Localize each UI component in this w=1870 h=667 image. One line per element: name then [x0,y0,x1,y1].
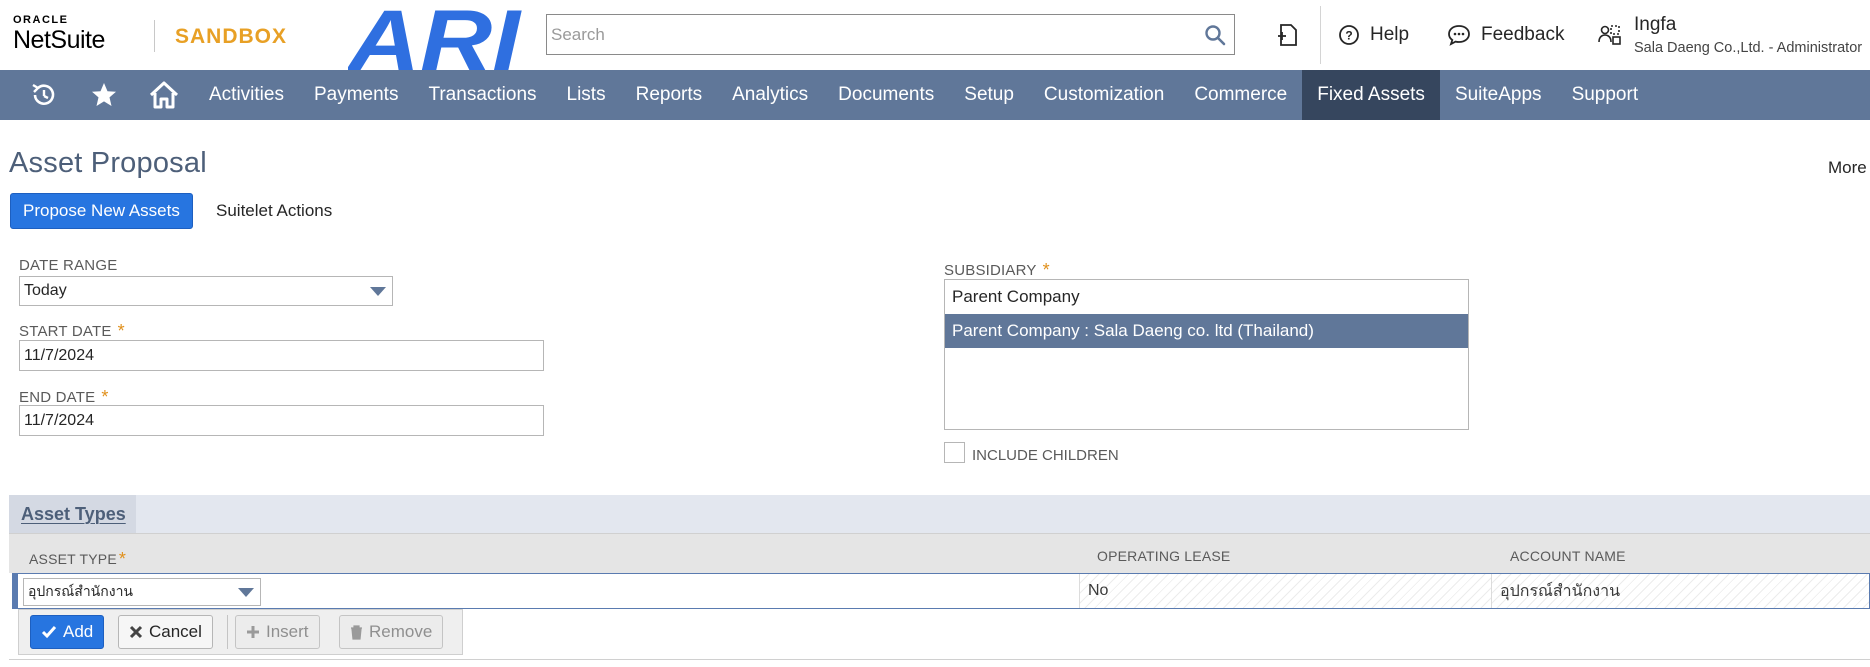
date-range-select[interactable]: Today [19,276,393,306]
required-asterisk: * [117,321,125,341]
end-date-label: END DATE * [19,387,109,407]
nav-reports[interactable]: Reports [621,70,718,120]
nav-setup[interactable]: Setup [949,70,1029,120]
ari-company-logo[interactable]: ARI [348,0,523,70]
sandbox-badge: SANDBOX [175,25,288,48]
tab-asset-types-label: Asset Types [21,503,126,524]
tab-asset-types[interactable]: Asset Types [9,495,136,533]
top-header: ORACLE NetSuite SANDBOX ARI ? Help Feedb… [0,0,1870,70]
end-date-value: 11/7/2024 [24,411,94,429]
required-asterisk: * [1042,260,1050,280]
nav-home[interactable] [134,70,194,120]
button-divider [227,615,228,649]
main-nav: Activities Payments Transactions Lists R… [0,70,1870,120]
more-menu[interactable]: More [1828,158,1870,178]
user-role: Sala Daeng Co.,Ltd. - Administrator [1634,40,1863,56]
nav-menu: Activities Payments Transactions Lists R… [194,70,1653,120]
chevron-down-icon [238,588,254,597]
recent-records-icon [32,83,55,105]
sublist-edit-row: อุปกรณ์สำนักงาน No อุปกรณ์สำนักงาน [12,573,1870,609]
start-date-value: 11/7/2024 [24,346,94,364]
asset-type-select[interactable]: อุปกรณ์สำนักงาน [23,578,261,606]
user-name: Ingfa [1634,14,1677,35]
include-children-checkbox[interactable] [944,442,965,463]
global-search [546,14,1235,55]
nav-payments[interactable]: Payments [299,70,413,120]
required-asterisk: * [118,549,127,569]
add-label: Add [63,622,94,641]
svg-text:?: ? [1345,29,1352,43]
column-header-operating-lease: OPERATING LEASE [1097,548,1231,564]
role-switch-icon[interactable] [1596,22,1622,48]
operating-lease-cell: No [1079,574,1491,608]
sublist-buttons: Add Cancel Insert Remove [18,609,463,655]
nav-fixed-assets[interactable]: Fixed Assets [1302,70,1440,120]
nav-support[interactable]: Support [1557,70,1654,120]
column-header-account-name: ACCOUNT NAME [1510,548,1626,564]
page-title: Asset Proposal [9,147,207,179]
date-range-value: Today [24,282,67,299]
cancel-button[interactable]: Cancel [118,615,213,649]
sublist-tab-bar [9,495,1870,533]
netsuite-logo[interactable]: ORACLE NetSuite [13,14,105,54]
account-name-cell: อุปกรณ์สำนักงาน [1491,574,1869,608]
propose-new-assets-button[interactable]: Propose New Assets [10,193,193,229]
help-link[interactable]: ? Help [1338,24,1409,46]
insert-button[interactable]: Insert [235,615,320,649]
nav-activities[interactable]: Activities [194,70,299,120]
feedback-label: Feedback [1481,24,1565,45]
remove-label: Remove [369,622,433,641]
trash-icon [351,624,362,640]
nav-transactions[interactable]: Transactions [413,70,551,120]
nav-analytics[interactable]: Analytics [717,70,823,120]
subsidiary-multiselect[interactable]: Parent Company Parent Company : Sala Dae… [944,279,1469,430]
feedback-link[interactable]: Feedback [1447,24,1564,46]
help-circle-icon: ? [1339,25,1359,45]
column-header-asset-type: ASSET TYPE * [29,549,127,569]
home-icon [149,81,179,109]
nav-suiteapps[interactable]: SuiteApps [1440,70,1557,120]
subsidiary-option-selected[interactable]: Parent Company : Sala Daeng co. ltd (Tha… [945,314,1468,348]
close-icon [129,625,143,639]
help-label: Help [1370,24,1410,45]
required-asterisk: * [101,387,109,407]
sublist-header: ASSET TYPE * OPERATING LEASE ACCOUNT NAME [9,533,1870,573]
subsidiary-option[interactable]: Parent Company [945,280,1468,314]
nav-customization[interactable]: Customization [1029,70,1179,120]
date-range-label: DATE RANGE [19,257,118,274]
star-icon [92,83,116,106]
oracle-wordmark: ORACLE [13,14,69,26]
row-indicator [13,574,18,608]
checkmark-icon [41,626,57,639]
user-menu[interactable]: Ingfa Sala Daeng Co.,Ltd. - Administrato… [1634,14,1862,57]
insert-label: Insert [266,622,309,641]
chevron-down-icon [370,287,386,296]
start-date-label: START DATE * [19,321,125,341]
header-divider [1320,6,1321,64]
search-input[interactable] [551,21,1181,49]
suitelet-actions-button[interactable]: Suitelet Actions [206,193,342,229]
plus-icon [247,626,259,638]
netsuite-wordmark: NetSuite [13,26,105,54]
nav-favorites[interactable] [74,70,134,120]
start-date-field[interactable]: 11/7/2024 [19,340,544,371]
include-children-label: INCLUDE CHILDREN [972,447,1119,464]
search-icon[interactable] [1204,24,1226,46]
end-date-field[interactable]: 11/7/2024 [19,405,544,436]
subsidiary-label: SUBSIDIARY * [944,260,1050,280]
asset-type-value: อุปกรณ์สำนักงาน [28,584,133,600]
create-new-icon[interactable] [1275,22,1301,48]
nav-lists[interactable]: Lists [552,70,621,120]
nav-recent[interactable] [14,70,74,120]
nav-documents[interactable]: Documents [823,70,949,120]
ari-logo-text: ARI [348,0,522,70]
add-button[interactable]: Add [30,615,105,649]
remove-button[interactable]: Remove [339,615,444,649]
sublist-bottom-border [9,659,1870,660]
logo-divider [154,20,155,52]
chat-bubble-icon [1448,25,1470,46]
nav-commerce[interactable]: Commerce [1179,70,1302,120]
cancel-label: Cancel [149,622,202,641]
